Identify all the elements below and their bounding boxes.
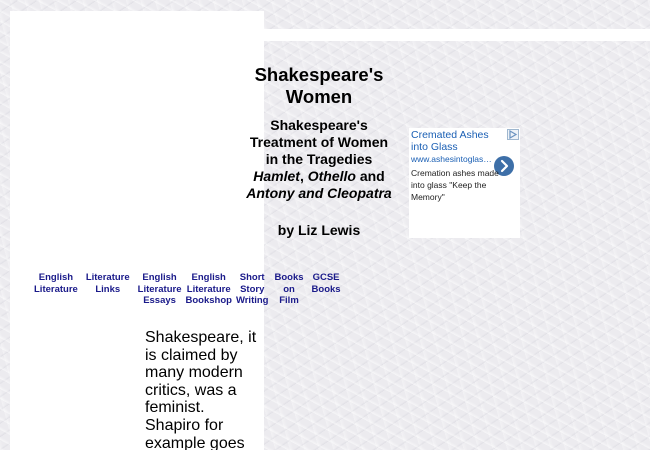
- advertisement[interactable]: Cremated Ashes into Glass www.ashesintog…: [409, 128, 520, 238]
- nav-link-line: Literature: [137, 283, 182, 295]
- ad-description: Cremation ashes made into glass "Keep th…: [411, 168, 499, 202]
- subtitle-work-hamlet: Hamlet: [253, 168, 300, 184]
- nav-link-line: Essays: [143, 295, 176, 306]
- nav-link-line: Short: [239, 272, 265, 283]
- nav-link-line: GCSE: [312, 272, 340, 283]
- site-navigation: English Literature Literature Links Engl…: [32, 272, 343, 307]
- nav-link-english-literature-essays[interactable]: English Literature Essays: [136, 272, 184, 307]
- ad-url-link[interactable]: www.ashesintoglass.co.uk: [411, 154, 495, 165]
- nav-link-line: English: [191, 272, 226, 283]
- nav-link-line: English: [38, 272, 74, 283]
- top-banner-strip: [264, 29, 650, 41]
- nav-link-gcse-books[interactable]: GCSE Books: [310, 272, 343, 295]
- nav-link-line: Bookshop: [185, 295, 232, 306]
- subtitle-sep: ,: [299, 168, 308, 184]
- subtitle-prefix: Shakespeare's Treatment of Women in the …: [249, 117, 389, 167]
- nav-link-literature-links[interactable]: Literature Links: [84, 272, 132, 295]
- subtitle-work-antony: Antony and Cleopatra: [246, 185, 392, 201]
- nav-link-line: Literature: [85, 272, 130, 283]
- nav-link-line: Links: [95, 283, 121, 295]
- nav-link-line: Film: [279, 295, 299, 306]
- nav-link-line: English: [142, 272, 177, 283]
- nav-link-short-story-writing[interactable]: Short Story Writing: [234, 272, 271, 307]
- nav-link-line: Books: [274, 272, 304, 283]
- nav-link-line: Literature: [34, 283, 78, 295]
- nav-link-english-literature[interactable]: English Literature: [32, 272, 80, 295]
- article-subtitle: Shakespeare's Treatment of Women in the …: [244, 117, 394, 202]
- subtitle-and: and: [355, 168, 385, 184]
- page-title-line1: Shakespeare's: [254, 64, 384, 85]
- page-title: Shakespeare's Women: [240, 64, 398, 108]
- nav-link-line: Story: [240, 283, 265, 295]
- ad-title-link[interactable]: Cremated Ashes into Glass: [411, 129, 501, 153]
- nav-link-line: on: [283, 283, 295, 295]
- article-body-text: Shakespeare, it is claimed by many moder…: [145, 329, 257, 450]
- nav-link-line: Books: [311, 283, 341, 295]
- nav-link-line: Writing: [235, 295, 269, 306]
- title-block: Shakespeare's Women: [240, 64, 398, 108]
- adchoices-icon[interactable]: [507, 129, 519, 140]
- nav-link-books-on-film[interactable]: Books on Film: [272, 272, 305, 307]
- nav-link-english-literature-bookshop[interactable]: English Literature Bookshop: [183, 272, 233, 307]
- page-title-line2: Women: [285, 86, 353, 107]
- subtitle-work-othello: Othello: [307, 168, 356, 184]
- nav-link-line: Literature: [186, 283, 231, 295]
- author-byline: by Liz Lewis: [277, 222, 361, 238]
